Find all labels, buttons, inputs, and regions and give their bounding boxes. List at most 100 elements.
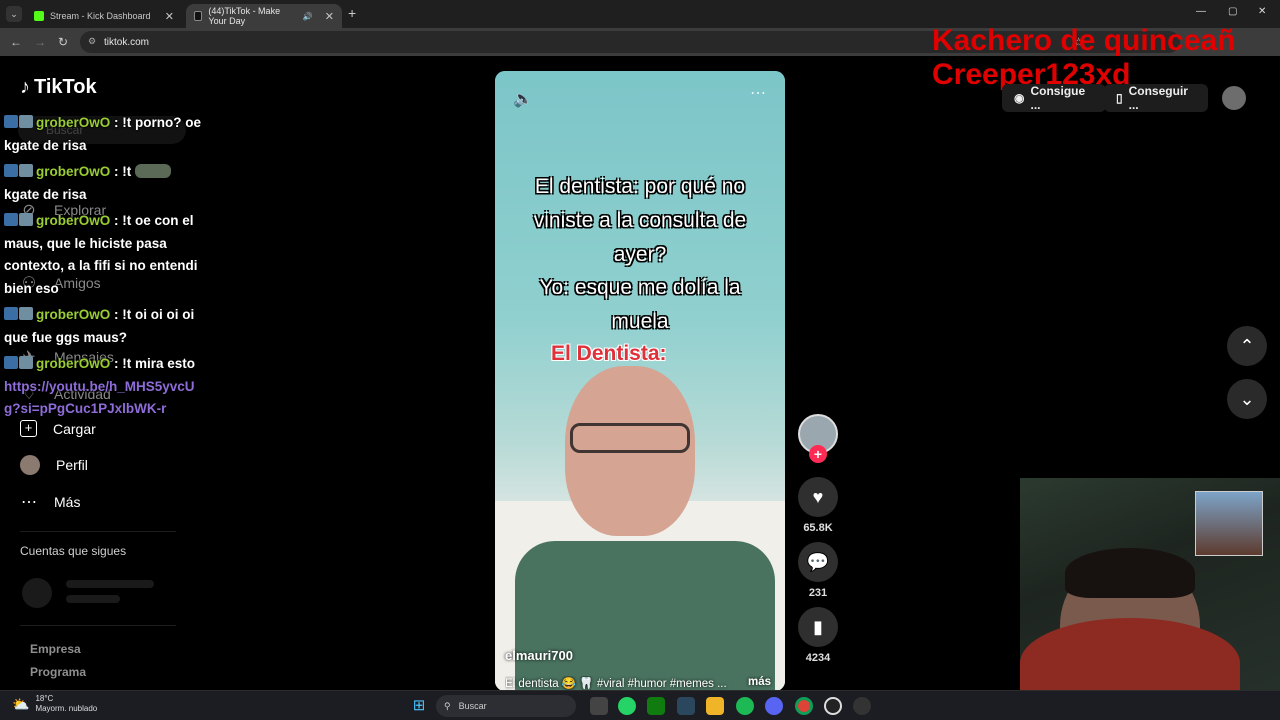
chat-text: kgate de risa — [4, 186, 87, 202]
video-text-line: El dentista: por qué no — [534, 175, 746, 198]
weather-condition: Mayorm. nublado — [35, 704, 98, 713]
get-coins-label: Consigue ... — [1030, 84, 1086, 112]
badge-icon — [19, 356, 33, 369]
get-coins-button[interactable]: ◉ Consigue ... — [1002, 84, 1106, 112]
reload-icon[interactable]: ↻ — [58, 35, 68, 49]
url-text: tiktok.com — [104, 36, 150, 48]
user-avatar[interactable] — [1222, 86, 1246, 110]
taskbar-search[interactable]: ⚲ Buscar — [436, 695, 576, 717]
skeleton-avatar — [22, 578, 52, 608]
close-tab-icon[interactable]: ✕ — [165, 10, 174, 23]
chrome-icon[interactable] — [795, 697, 813, 715]
chat-message: groberOwO : !t oi oi oi oi que fue ggs m… — [4, 307, 195, 345]
like-button[interactable]: ♥ — [798, 477, 838, 517]
get-app-label: Conseguir ... — [1128, 84, 1188, 112]
sidebar-item-label: Perfil — [56, 457, 88, 473]
sidebar-divider — [20, 531, 176, 532]
task-view-icon[interactable] — [590, 697, 608, 715]
close-tab-icon[interactable]: ✕ — [325, 10, 334, 23]
emote-icon — [135, 164, 172, 178]
coin-icon: ◉ — [1014, 91, 1025, 105]
get-app-button[interactable]: ▯ Conseguir ... — [1104, 84, 1208, 112]
windows-start-icon[interactable]: ⊞ — [410, 697, 428, 715]
save-count: 4234 — [805, 652, 831, 664]
forward-icon[interactable]: → — [34, 35, 46, 49]
video-player[interactable]: 🔈 ⋯ El dentista: por qué no viniste a la… — [495, 71, 785, 691]
tab-search-button[interactable]: ⌄ — [6, 6, 22, 22]
speaker-icon[interactable]: 🔊 — [303, 12, 313, 21]
badge-icon — [4, 307, 18, 320]
video-text-line: ayer? — [613, 243, 667, 266]
app-icon[interactable] — [853, 697, 871, 715]
skeleton-line — [66, 580, 154, 588]
following-accounts-title: Cuentas que sigues — [20, 544, 127, 558]
tiktok-icon — [194, 11, 203, 21]
bookmark-icon: ▮ — [813, 616, 823, 637]
more-options-icon[interactable]: ⋯ — [750, 83, 767, 103]
close-window-button[interactable]: ✕ — [1258, 6, 1266, 17]
temperature: 18°C — [35, 694, 54, 703]
badge-icon — [4, 115, 18, 128]
obs-icon[interactable] — [824, 697, 842, 715]
discord-icon[interactable] — [765, 697, 783, 715]
maximize-button[interactable]: ▢ — [1228, 6, 1237, 17]
next-video-button[interactable]: ⌄ — [1227, 379, 1267, 419]
badge-icon — [4, 356, 18, 369]
stream-chat-overlay: groberOwO : !t porno? oe kgate de risa g… — [4, 112, 210, 425]
chat-message: groberOwO : !t oe con el maus, que le hi… — [4, 213, 198, 296]
chat-username: groberOwO — [36, 164, 111, 179]
back-icon[interactable]: ← — [10, 35, 22, 49]
chat-username: groberOwO — [36, 356, 111, 371]
site-info-icon[interactable]: ⚙ — [88, 36, 96, 47]
weather-widget[interactable]: ⛅ 18°C Mayorm. nublado — [12, 694, 97, 714]
video-text-line: Yo: esque me dolía la — [539, 276, 741, 299]
sidebar-item-perfil[interactable]: Perfil — [20, 455, 88, 475]
heart-icon: ♥ — [812, 486, 824, 507]
tab-tiktok[interactable]: (44)TikTok - Make Your Day 🔊 ✕ — [186, 4, 342, 28]
chat-message: groberOwO : !t kgate de risa — [4, 161, 210, 206]
video-author[interactable]: elmauri700 — [505, 648, 573, 663]
caption-more-link[interactable]: más — [748, 676, 771, 688]
chat-username: groberOwO — [36, 307, 111, 322]
file-explorer-icon[interactable] — [706, 697, 724, 715]
minimize-button[interactable]: — — [1196, 6, 1206, 17]
tiktok-logo[interactable]: ♪ TikTok — [20, 76, 97, 99]
chat-username: groberOwO — [36, 115, 111, 130]
steam-icon[interactable] — [677, 697, 695, 715]
windows-taskbar: ⛅ 18°C Mayorm. nublado ⊞ ⚲ Buscar — [0, 690, 1280, 720]
chevron-up-icon: ⌃ — [1239, 335, 1255, 356]
tab-title: (44)TikTok - Make Your Day — [208, 6, 281, 26]
previous-video-button[interactable]: ⌃ — [1227, 326, 1267, 366]
video-red-text: El Dentista: — [551, 342, 667, 365]
badge-icon — [19, 213, 33, 226]
new-tab-button[interactable]: + — [348, 5, 356, 21]
volume-icon[interactable]: 🔈 — [513, 89, 533, 109]
more-icon: ⋯ — [21, 494, 37, 511]
webcam-hair — [1065, 548, 1195, 598]
kick-icon — [34, 11, 44, 21]
weather-cloud-icon: ⛅ — [12, 696, 30, 712]
comment-button[interactable]: 💬 — [798, 542, 838, 582]
badge-icon — [4, 213, 18, 226]
stream-title-line1: Kachero de quinceañ — [932, 24, 1236, 57]
whatsapp-icon[interactable] — [618, 697, 636, 715]
spotify-icon[interactable] — [736, 697, 754, 715]
follow-plus-icon[interactable]: + — [809, 445, 827, 463]
like-count: 65.8K — [803, 522, 833, 534]
tab-title: Stream - Kick Dashboard — [50, 11, 151, 21]
webcam-hoodie — [1020, 618, 1240, 690]
badge-icon — [19, 115, 33, 128]
video-person-body — [515, 541, 775, 691]
badge-icon — [19, 307, 33, 320]
video-text-line: muela — [611, 310, 669, 333]
sidebar-item-mas[interactable]: ⋯ Más — [20, 492, 80, 512]
chat-link[interactable]: https://youtu.be/h_MHS5yvcUg?si=pPgCuc1P… — [4, 379, 195, 417]
footer-link-empresa[interactable]: Empresa — [30, 642, 81, 656]
save-button[interactable]: ▮ — [798, 607, 838, 647]
video-caption: El dentista 😂 🦷 #viral #humor #memes ...… — [505, 676, 775, 690]
comment-icon: 💬 — [806, 551, 830, 572]
footer-link-programa[interactable]: Programa — [30, 665, 86, 679]
xbox-icon[interactable] — [647, 697, 665, 715]
video-text-line: viniste a la consulta de — [533, 209, 747, 232]
tab-kick-dashboard[interactable]: Stream - Kick Dashboard ✕ — [26, 4, 182, 28]
